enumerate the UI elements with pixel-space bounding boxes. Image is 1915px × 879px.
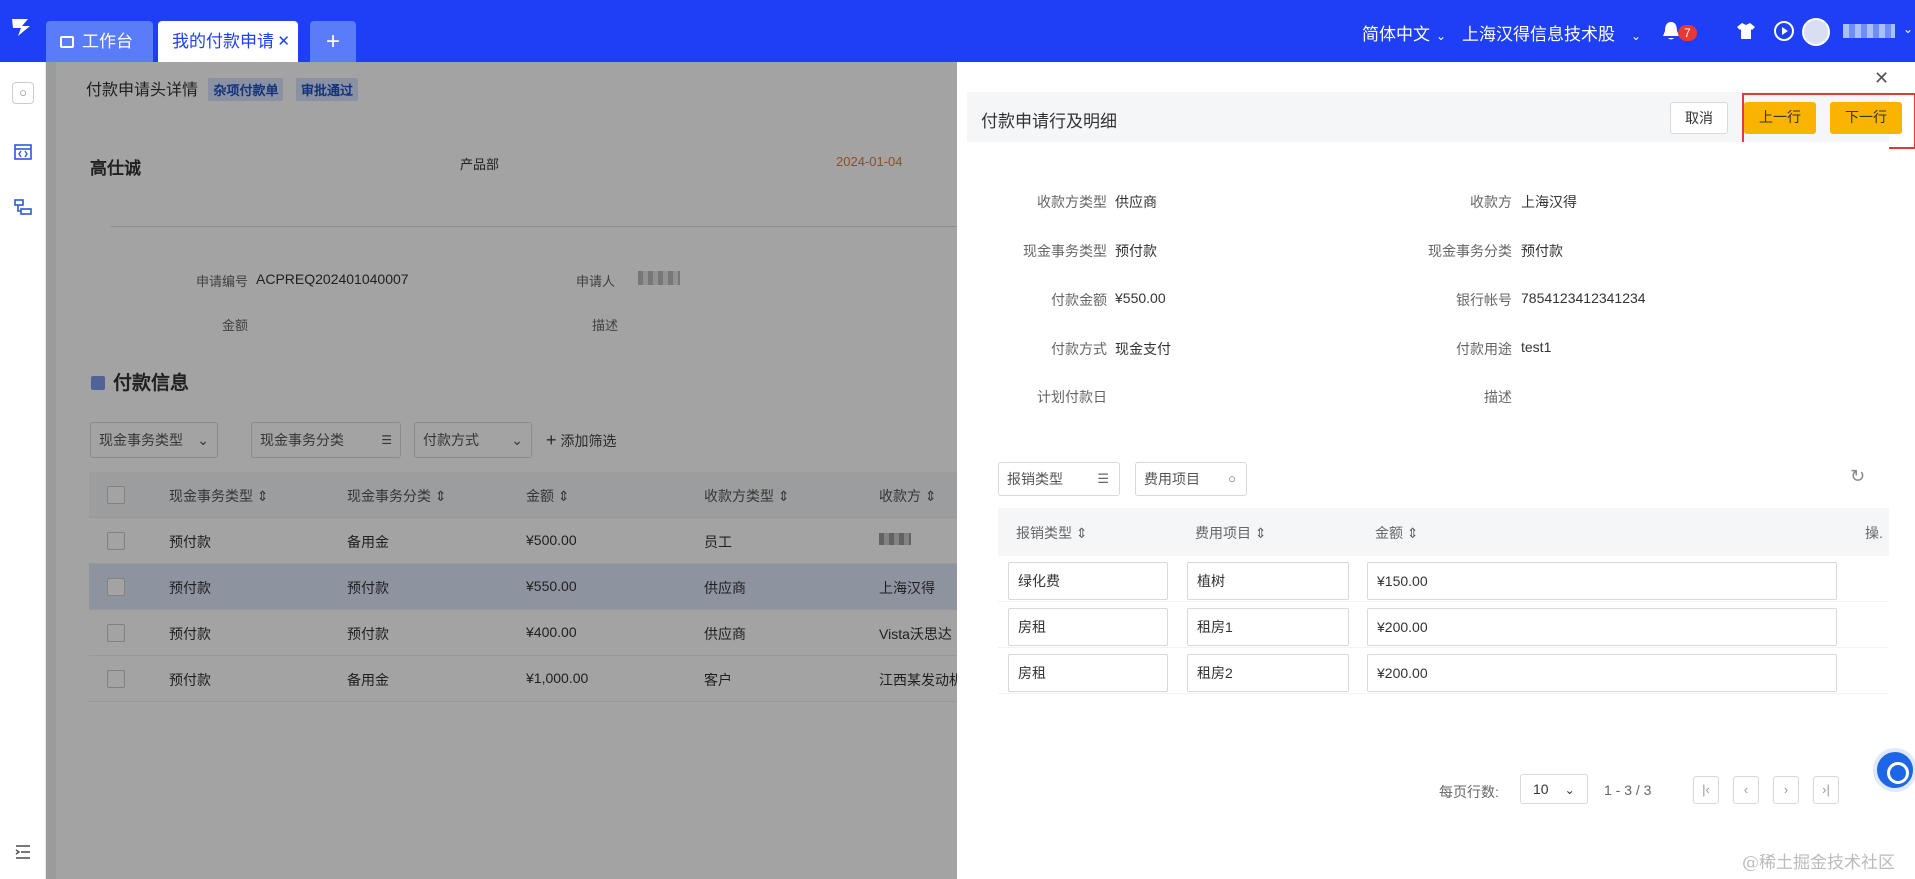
field-label: 付款金额	[1051, 292, 1107, 308]
tab-workbench-label: 工作台	[82, 32, 133, 51]
field-label: 银行帐号	[1456, 292, 1512, 308]
field-label: 收款方类型	[1037, 194, 1107, 210]
field-value: 预付款	[1115, 243, 1157, 259]
expense-item-input[interactable]: 租房2	[1187, 654, 1349, 692]
filter-expense-item[interactable]: 费用项目 ○	[1135, 462, 1247, 496]
language-selector[interactable]: 简体中文 ⌄	[1362, 20, 1446, 45]
search-icon: ○	[1228, 471, 1236, 486]
next-page-icon[interactable]: ›	[1773, 776, 1799, 804]
page-size-select[interactable]: 10 ⌄	[1520, 774, 1588, 804]
page-size-label: 每页行数:	[1439, 784, 1499, 800]
field-value: 预付款	[1521, 243, 1563, 259]
close-icon[interactable]: ✕	[1874, 68, 1889, 89]
table-header-row: 报销类型 ⇕ 费用项目 ⇕ 金额 ⇕ 操.	[998, 508, 1889, 556]
chevron-down-icon: ⌄	[1564, 783, 1575, 797]
company-label: 上海汉得信息技术股	[1462, 25, 1615, 44]
chevron-down-icon: ⌄	[1436, 29, 1447, 43]
tree-structure-icon[interactable]	[12, 197, 34, 219]
cancel-button[interactable]: 取消	[1670, 102, 1728, 134]
filter-expense-type[interactable]: 报销类型 ☰	[998, 462, 1120, 496]
col-header[interactable]: 报销类型 ⇕	[1016, 523, 1088, 543]
list-search-icon: ☰	[1097, 471, 1109, 486]
amount-input[interactable]: ¥200.00	[1367, 608, 1837, 646]
field-label: 付款方式	[1051, 341, 1107, 357]
watermark: @稀土掘金技术社区	[1742, 853, 1895, 873]
col-header-actions: 操.	[1865, 525, 1883, 541]
field-value: 现金支付	[1115, 341, 1171, 357]
field-label: 现金事务分类	[1428, 243, 1512, 259]
close-tab-icon[interactable]: ✕	[277, 21, 290, 62]
table-row: 房租 租房1 ¥200.00	[998, 602, 1889, 648]
collapse-menu-icon[interactable]	[12, 842, 34, 864]
highlight-box	[1742, 93, 1915, 149]
filter-label: 费用项目	[1144, 471, 1200, 487]
theme-shirt-icon[interactable]	[1735, 20, 1757, 42]
field-value: 供应商	[1115, 194, 1157, 210]
col-header[interactable]: 费用项目 ⇕	[1195, 523, 1267, 543]
customer-support-icon[interactable]	[1873, 748, 1915, 792]
user-avatar[interactable]	[1802, 18, 1830, 46]
expense-type-input[interactable]: 绿化费	[1008, 562, 1168, 600]
tab-my-payment-request[interactable]: 我的付款申请 ✕	[158, 21, 298, 62]
chevron-down-icon[interactable]: ⌄	[1903, 22, 1913, 36]
field-label: 收款方	[1470, 194, 1512, 210]
field-label: 计划付款日	[1037, 389, 1107, 405]
pagination: 每页行数: 10 ⌄ 1 - 3 / 3 |‹ ‹ › ›|	[967, 774, 1889, 806]
field-value: 7854123412341234	[1521, 290, 1646, 306]
play-icon[interactable]	[1773, 20, 1795, 42]
top-navigation-bar: 工作台 我的付款申请 ✕ + 简体中文 ⌄ 上海汉得信息技术股 ⌄ 7 ⌄	[0, 0, 1915, 62]
add-tab-button[interactable]: +	[310, 21, 356, 62]
refresh-icon[interactable]: ↻	[1850, 466, 1865, 487]
tab-workbench[interactable]: 工作台	[46, 21, 153, 62]
modal-overlay[interactable]	[46, 62, 957, 879]
document-code-icon[interactable]	[12, 142, 34, 164]
company-selector[interactable]: 上海汉得信息技术股 ⌄	[1462, 20, 1641, 45]
tab-payment-label: 我的付款申请	[172, 32, 274, 51]
field-value: 上海汉得	[1521, 194, 1577, 210]
expense-item-input[interactable]: 植树	[1187, 562, 1349, 600]
first-page-icon[interactable]: |‹	[1693, 776, 1719, 804]
field-value: ¥550.00	[1115, 290, 1166, 306]
expense-detail-table: 报销类型 ⇕ 费用项目 ⇕ 金额 ⇕ 操. 绿化费 植树 ¥150.00 房租 …	[998, 508, 1889, 694]
expense-type-input[interactable]: 房租	[1008, 608, 1168, 646]
filter-label: 报销类型	[1007, 471, 1063, 487]
prev-page-icon[interactable]: ‹	[1733, 776, 1759, 804]
notification-badge: 7	[1678, 25, 1697, 41]
drawer-title: 付款申请行及明细	[981, 112, 1117, 131]
table-row: 绿化费 植树 ¥150.00	[998, 556, 1889, 602]
amount-input[interactable]: ¥200.00	[1367, 654, 1837, 692]
page-size-value: 10	[1533, 781, 1549, 797]
field-label: 描述	[1484, 389, 1512, 405]
field-value: test1	[1521, 339, 1552, 355]
field-label: 现金事务类型	[1023, 243, 1107, 259]
table-row: 房租 租房2 ¥200.00	[998, 648, 1889, 694]
user-name-blurred[interactable]	[1843, 24, 1895, 38]
chevron-down-icon: ⌄	[1631, 29, 1642, 43]
expense-item-input[interactable]: 租房1	[1187, 608, 1349, 646]
field-label: 付款用途	[1456, 341, 1512, 357]
left-sidebar: ○	[0, 62, 46, 879]
search-icon[interactable]: ○	[12, 82, 34, 104]
drawer-body: 收款方类型 供应商 收款方 上海汉得 现金事务类型 预付款 现金事务分类 预付款…	[967, 142, 1889, 879]
payment-line-drawer: ✕ 付款申请行及明细 取消 上一行 下一行 收款方类型 供应商 收款方 上海汉得…	[957, 62, 1915, 879]
language-label: 简体中文	[1362, 25, 1430, 44]
amount-input[interactable]: ¥150.00	[1367, 562, 1837, 600]
monitor-icon	[60, 36, 74, 48]
page-range: 1 - 3 / 3	[1604, 782, 1652, 798]
expense-type-input[interactable]: 房租	[1008, 654, 1168, 692]
app-logo[interactable]	[6, 14, 36, 44]
col-header[interactable]: 金额 ⇕	[1375, 523, 1419, 543]
last-page-icon[interactable]: ›|	[1813, 776, 1839, 804]
